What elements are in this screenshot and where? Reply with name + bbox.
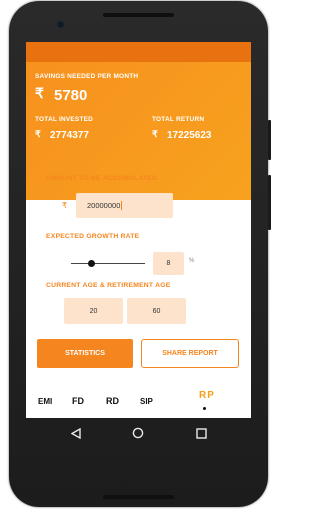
tab-rp[interactable]: RP bbox=[199, 390, 215, 401]
front-camera bbox=[56, 20, 65, 29]
invested-value: 2774377 bbox=[50, 130, 89, 141]
invested-label: TOTAL INVESTED bbox=[35, 116, 94, 123]
return-value: 17225623 bbox=[167, 130, 212, 141]
current-age-field[interactable]: 20 bbox=[64, 298, 123, 324]
back-triangle-icon bbox=[71, 427, 81, 439]
share-report-button-label: SHARE REPORT bbox=[162, 350, 218, 357]
status-bar bbox=[26, 42, 251, 62]
text-cursor bbox=[121, 201, 123, 210]
rupee-icon: ₹ bbox=[152, 129, 158, 139]
system-nav-bar bbox=[26, 418, 251, 448]
recents-button[interactable] bbox=[186, 418, 216, 448]
percent-sign: % bbox=[189, 258, 195, 264]
active-tab-indicator bbox=[203, 407, 206, 410]
tab-emi[interactable]: EMI bbox=[38, 397, 52, 406]
amount-input[interactable]: 20000000 bbox=[76, 193, 173, 218]
statistics-button[interactable]: STATISTICS bbox=[37, 339, 133, 368]
age-label: CURRENT AGE & RETIREMENT AGE bbox=[46, 282, 171, 289]
savings-label: SAVINGS NEEDED PER MONTH bbox=[35, 73, 139, 80]
bottom-tab-bar: EMI FD RD SIP RP bbox=[26, 380, 251, 418]
home-button[interactable] bbox=[123, 418, 153, 448]
rupee-icon: ₹ bbox=[62, 201, 68, 210]
tab-rd[interactable]: RD bbox=[106, 396, 119, 406]
retirement-age-field[interactable]: 60 bbox=[127, 298, 186, 324]
rupee-icon: ₹ bbox=[35, 85, 44, 101]
statistics-button-label: STATISTICS bbox=[65, 350, 105, 357]
growth-label: EXPECTED GROWTH RATE bbox=[46, 233, 140, 240]
tab-sip[interactable]: SIP bbox=[140, 397, 153, 406]
recents-square-icon bbox=[195, 427, 207, 439]
current-age-value: 20 bbox=[89, 307, 98, 315]
app-screen: SAVINGS NEEDED PER MONTH ₹ 5780 TOTAL IN… bbox=[26, 42, 251, 418]
top-speaker bbox=[103, 13, 174, 17]
rupee-icon: ₹ bbox=[35, 129, 41, 139]
tab-fd[interactable]: FD bbox=[72, 396, 84, 406]
power-button bbox=[268, 120, 271, 160]
retirement-age-value: 60 bbox=[152, 307, 161, 315]
savings-value: 5780 bbox=[54, 87, 88, 104]
amount-value: 20000000 bbox=[87, 201, 121, 210]
volume-button bbox=[268, 175, 271, 230]
growth-rate-value: 8 bbox=[166, 260, 171, 267]
growth-rate-field[interactable]: 8 bbox=[153, 252, 184, 275]
amount-label: AMOUNT TO BE ACCUMULATED bbox=[46, 175, 158, 182]
home-circle-icon bbox=[132, 427, 144, 439]
back-button[interactable] bbox=[61, 418, 91, 448]
share-report-button[interactable]: SHARE REPORT bbox=[141, 339, 239, 368]
growth-slider-thumb[interactable] bbox=[88, 260, 96, 267]
growth-slider-track[interactable] bbox=[71, 263, 145, 264]
bottom-speaker bbox=[103, 495, 174, 499]
return-label: TOTAL RETURN bbox=[152, 116, 205, 123]
